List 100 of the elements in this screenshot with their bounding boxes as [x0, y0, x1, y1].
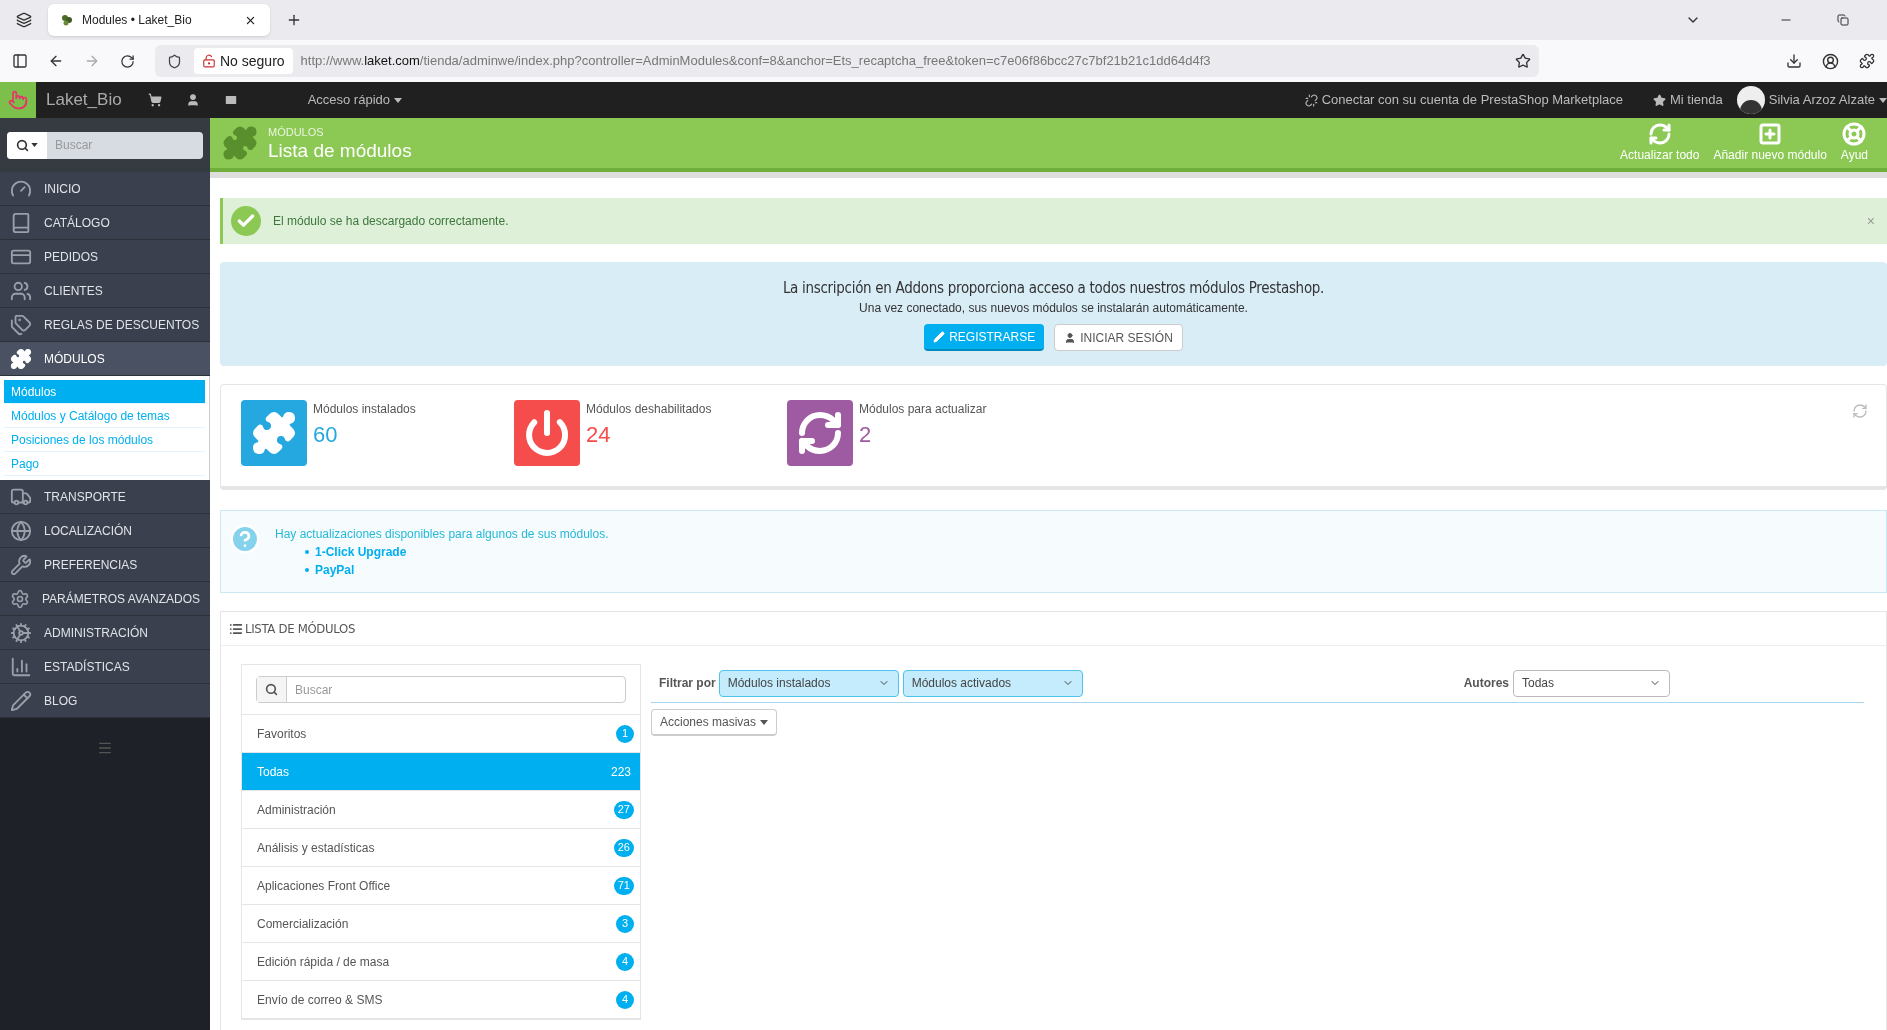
sidebar-item[interactable]: CLIENTES: [0, 274, 210, 308]
stat-label: Módulos instalados: [313, 400, 416, 418]
page-title: Lista de módulos: [268, 140, 412, 163]
count-badge: 4: [616, 952, 634, 971]
add-icon: [1758, 122, 1783, 146]
account-icon[interactable]: [1822, 52, 1839, 70]
count-badge: 27: [613, 800, 634, 819]
search-placeholder: Buscar: [55, 137, 93, 154]
marketplace-link[interactable]: Conectar con su cuenta de PrestaShop Marketplace: [1321, 90, 1624, 110]
category-item[interactable]: Comercialización 3: [242, 905, 640, 943]
authors-select[interactable]: Todas: [1513, 669, 1670, 697]
count-badge: 4: [616, 990, 634, 1009]
user-menu[interactable]: Silvia Arzoz Alzate: [1768, 90, 1887, 110]
category-item[interactable]: Envío de correo & SMS 4: [242, 981, 640, 1019]
insecure-lock-icon: [202, 54, 216, 68]
search-icon: [265, 683, 278, 696]
users-icon: [10, 279, 32, 302]
sidebar-item[interactable]: CATÁLOGO: [0, 206, 210, 240]
security-label: No seguro: [220, 51, 285, 71]
bookmark-star-icon[interactable]: [1515, 53, 1531, 69]
refresh-icon: [1647, 122, 1672, 146]
restore-icon[interactable]: [1837, 14, 1849, 26]
tags-icon: [10, 313, 32, 336]
count-badge: 71: [613, 876, 634, 895]
sidebar-item[interactable]: TRANSPORTE: [0, 480, 210, 514]
category-item[interactable]: Aplicaciones Front Office 71: [242, 867, 640, 905]
alert-message: El módulo se ha descargado correctamente.: [273, 213, 510, 230]
sidebar-item[interactable]: REGLAS DE DESCUENTOS: [0, 308, 210, 342]
category-item[interactable]: Administración 27: [242, 791, 640, 829]
new-tab-icon[interactable]: [286, 12, 302, 28]
hand-icon: [8, 90, 28, 110]
sidebar-item[interactable]: BLOG: [0, 684, 210, 718]
stat-value: 24: [586, 420, 612, 449]
panel-title: LISTA DE MÓDULOS: [245, 619, 356, 638]
security-badge[interactable]: No seguro: [194, 48, 293, 74]
pencil-icon: [933, 330, 946, 343]
book-icon: [10, 211, 32, 234]
help-icon: [1842, 122, 1867, 146]
caret-icon: [1879, 98, 1887, 104]
extensions-icon[interactable]: [1859, 53, 1875, 69]
count-badge: 3: [616, 914, 634, 933]
avatar[interactable]: [1736, 86, 1765, 114]
sidebar-item[interactable]: ADMINISTRACIÓN: [0, 616, 210, 650]
shop-name[interactable]: Laket_Bio: [46, 87, 122, 113]
sidebar-toggle-icon[interactable]: [12, 53, 28, 69]
puzzle-icon: [222, 125, 258, 161]
sidebar-item[interactable]: LOCALIZACIÓN: [0, 514, 210, 548]
user-icon: [1064, 331, 1077, 344]
help-icon: [229, 523, 261, 555]
stat-label: Módulos para actualizar: [859, 400, 987, 418]
puzzle-icon: [10, 347, 32, 370]
list-icon: [229, 621, 243, 636]
sidebar-item[interactable]: INICIO: [0, 172, 210, 206]
caret-icon: [394, 98, 402, 104]
updates-message: Hay actualizaciones disponibles para algunos de sus módulos.: [275, 526, 609, 543]
count-badge: 1: [616, 724, 634, 743]
bulk-actions-button[interactable]: Acciones masivas: [651, 709, 778, 736]
addons-title: La inscripción en Addons proporciona acceso a todos nuestros módulos Prestashop.: [782, 277, 1325, 299]
stat-value: 60: [313, 420, 339, 449]
sidebar-item[interactable]: MÓDULOS: [0, 342, 210, 376]
login-button[interactable]: INICIAR SESIÓN: [1054, 324, 1183, 352]
reload-icon[interactable]: [120, 53, 135, 69]
cart-icon[interactable]: [147, 93, 162, 107]
filter-label: Filtrar por: [659, 675, 716, 692]
my-shop-link[interactable]: Mi tienda: [1670, 90, 1723, 110]
sidebar-item[interactable]: PREFERENCIAS: [0, 548, 210, 582]
tab-list-icon[interactable]: [16, 12, 32, 28]
logo-tile[interactable]: [0, 82, 36, 118]
cog-icon: [10, 621, 32, 644]
filter-select[interactable]: Módulos activados: [902, 669, 1083, 697]
sidebar-item[interactable]: PEDIDOS: [0, 240, 210, 274]
sidebar-item[interactable]: ESTADÍSTICAS: [0, 650, 210, 684]
star-icon: [1653, 93, 1667, 107]
shield-icon: [167, 53, 182, 69]
search-placeholder: Buscar: [295, 681, 333, 699]
caret-icon: [760, 720, 769, 726]
wrench-icon: [10, 553, 32, 576]
category-count: 223: [610, 763, 631, 781]
filter-select[interactable]: Módulos instalados: [718, 669, 899, 697]
back-icon[interactable]: [48, 53, 64, 69]
tab-title: Modules • Laket_Bio: [82, 12, 193, 29]
user-icon[interactable]: [185, 93, 200, 107]
authors-label: Autores: [1463, 675, 1509, 692]
url-field[interactable]: No seguro http://www.laket.com/tienda/adminwe/index.php?controller=AdminModules&conf=8&anchor=Ets_recaptcha_free&token=c7e06f86bcc27c7bf21b21c1dd64d4f3: [155, 45, 1539, 77]
download-icon[interactable]: [1786, 53, 1802, 69]
search-icon[interactable]: [16, 138, 29, 152]
leaf-icon: [60, 13, 74, 27]
caret-icon: [31, 143, 38, 147]
stat-value: 2: [859, 420, 873, 449]
globe-icon: [10, 519, 32, 542]
sidebar-item[interactable]: PARÁMETROS AVANZADOS: [0, 582, 210, 616]
category-item[interactable]: Análisis y estadísticas 26: [242, 829, 640, 867]
unlink-icon: [1304, 93, 1318, 107]
url-text: http://www.laket.com/tienda/adminwe/index.php?controller=AdminModules&conf=8&anchor=Ets_recaptcha_free&token=c7e06f86bcc27c7bf21b21c1dd64d4f3: [300, 52, 1212, 71]
category-item[interactable]: Edición rápida / de masa 4: [242, 943, 640, 981]
addons-subtitle: Una vez conectado, sus nuevos módulos se instalarán automáticamente.: [859, 300, 1248, 318]
browser-tab[interactable]: Modules • Laket_Bio: [48, 4, 270, 36]
pencil-icon: [10, 689, 32, 712]
chart-icon: [10, 655, 32, 678]
quick-access-menu[interactable]: Acceso rápido: [307, 90, 402, 110]
